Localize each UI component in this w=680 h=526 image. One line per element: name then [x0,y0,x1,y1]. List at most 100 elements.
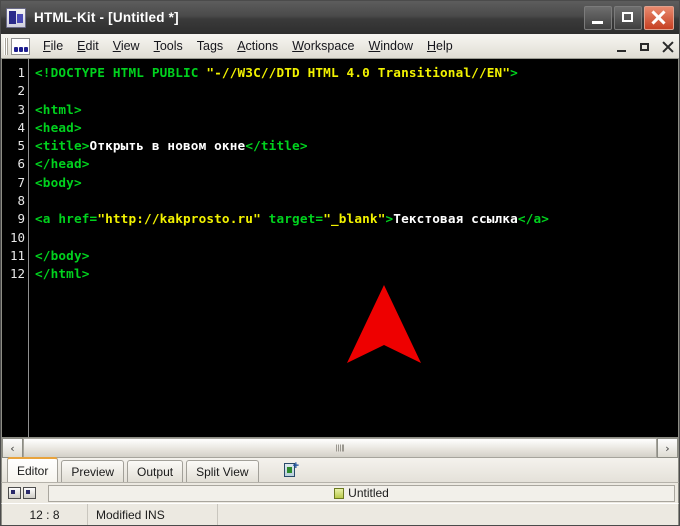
line-number: 6 [17,156,25,172]
code-token-str: "_blank" [323,211,386,227]
title-bar: HTML-Kit - [Untitled *] [1,1,679,34]
line-number: 9 [17,211,25,227]
new-document-icon[interactable]: + [283,460,302,479]
code-token-text: Текстовая ссылка [393,211,518,227]
tab-editor[interactable]: Editor [7,457,59,482]
document-tab-untitled[interactable]: Untitled [334,486,389,500]
status-extra [218,504,678,525]
code-line: <head> [35,119,678,137]
document-bar: Untitled [1,482,679,503]
code-line: <a href="http://kakprosto.ru" target="_b… [35,210,678,228]
tab-output[interactable]: Output [127,460,184,482]
code-token-tag: <title> [35,138,90,154]
menu-item-file[interactable]: FFileile [36,36,70,56]
panel-toggle-icon[interactable] [8,487,21,499]
code-token-tag: </a> [517,211,550,227]
window-controls [584,5,674,30]
mdi-minimize-icon[interactable] [615,40,629,54]
docbar-icon-group[interactable] [6,486,42,501]
code-token-str: "-//W3C//DTD HTML 4.0 Transitional//EN" [206,65,511,80]
menu-drag-grip[interactable] [4,37,8,55]
code-editor[interactable]: <!DOCTYPE HTML PUBLIC "-//W3C//DTD HTML … [29,59,678,437]
code-line: </head> [35,155,678,173]
line-number: 5 [17,138,25,154]
line-number: 1 [17,65,25,80]
scrollbar-thumb[interactable] [23,438,657,458]
menu-item-edit[interactable]: Edit [70,36,106,56]
tab-label: Editor [17,463,49,478]
code-line: </html> [35,265,678,283]
view-tabs: Editor Preview Output Split View + [1,457,679,482]
code-token-tag: </title> [245,138,308,154]
scrollbar-track[interactable] [23,438,657,458]
maximize-button[interactable] [614,5,642,30]
code-token-text: Открыть в новом окне [89,138,246,154]
mdi-close-icon[interactable] [661,40,675,54]
menu-item-window[interactable]: Window [362,36,420,56]
line-number: 3 [17,101,25,117]
tab-label: Preview [71,464,115,479]
app-root: HTML-Kit - [Untitled *] FFileile Edit V [0,0,680,526]
tab-label: Split View [196,464,249,479]
scrollbar-grip-icon [336,444,344,452]
document-icon [334,487,345,499]
minimize-icon [592,20,603,24]
code-token-tag: </html> [35,266,90,282]
code-token-tag: <body> [35,174,82,190]
code-token-tag: target= [260,211,324,227]
code-line: <!DOCTYPE HTML PUBLIC "-//W3C//DTD HTML … [35,64,678,82]
menu-bar: FFileile Edit View Tools Tags Actions Wo… [1,34,679,59]
menu-item-actions[interactable]: Actions [230,36,285,56]
code-token-str: "http://kakprosto.ru" [97,211,261,227]
line-number: 10 [9,229,25,245]
code-line: <title>Открыть в новом окне</title> [35,137,678,155]
close-button[interactable] [644,5,674,30]
status-bar: 12 : 8 Modified INS [1,503,679,525]
tab-preview[interactable]: Preview [61,460,125,482]
line-number: 7 [17,174,25,190]
open-documents-field[interactable]: Untitled [48,484,675,502]
line-number: 4 [17,119,25,135]
code-token-tag: <!DOCTYPE HTML PUBLIC [35,65,207,80]
edit-mode-status: Modified INS [88,504,218,525]
horizontal-scrollbar[interactable]: ‹ › [1,437,679,458]
document-name: Untitled [348,486,389,500]
mdi-window-controls [615,34,675,59]
line-number: 11 [9,247,25,263]
html-kit-window: HTML-Kit - [Untitled *] FFileile Edit V [0,0,680,526]
code-token-tag: </head> [35,156,90,172]
scroll-right-button[interactable]: › [657,438,678,458]
code-token-tag: <html> [35,101,82,117]
minimize-button[interactable] [584,5,612,30]
mdi-restore-icon[interactable] [638,40,652,54]
line-number: 2 [17,83,25,99]
line-number: 8 [17,193,25,209]
editor-area[interactable]: 1 2 3 4 5 6 7 8 9 10 11 12 <!DOCTYPE HTML PUBLIC "-… [1,59,679,437]
menu-item-view[interactable]: View [106,36,147,56]
window-title: HTML-Kit - [Untitled *] [34,10,179,25]
code-token-tag: > [510,65,518,80]
html-kit-toolbar-icon[interactable] [11,37,30,55]
line-number: 12 [9,266,25,282]
maximize-icon [622,11,633,22]
code-token-tag: <a href= [35,211,98,227]
tab-split-view[interactable]: Split View [186,460,259,482]
red-arrow-pointer [347,285,421,363]
scroll-left-button[interactable]: ‹ [2,438,23,458]
cursor-position: 12 : 8 [2,504,88,525]
menu-item-help[interactable]: Help [420,36,460,56]
code-line: <body> [35,174,678,192]
code-token-tag: <head> [35,119,82,135]
code-token-tag: </body> [35,247,90,263]
menu-item-workspace[interactable]: Workspace [285,36,361,56]
html-kit-icon [6,7,26,28]
comment-icon[interactable] [23,487,36,499]
tab-label: Output [137,464,174,479]
line-number-gutter: 1 2 3 4 5 6 7 8 9 10 11 12 [2,59,29,437]
code-line: </body> [35,247,678,265]
menu-item-tags[interactable]: Tags [190,36,230,56]
menu-item-tools[interactable]: Tools [147,36,190,56]
